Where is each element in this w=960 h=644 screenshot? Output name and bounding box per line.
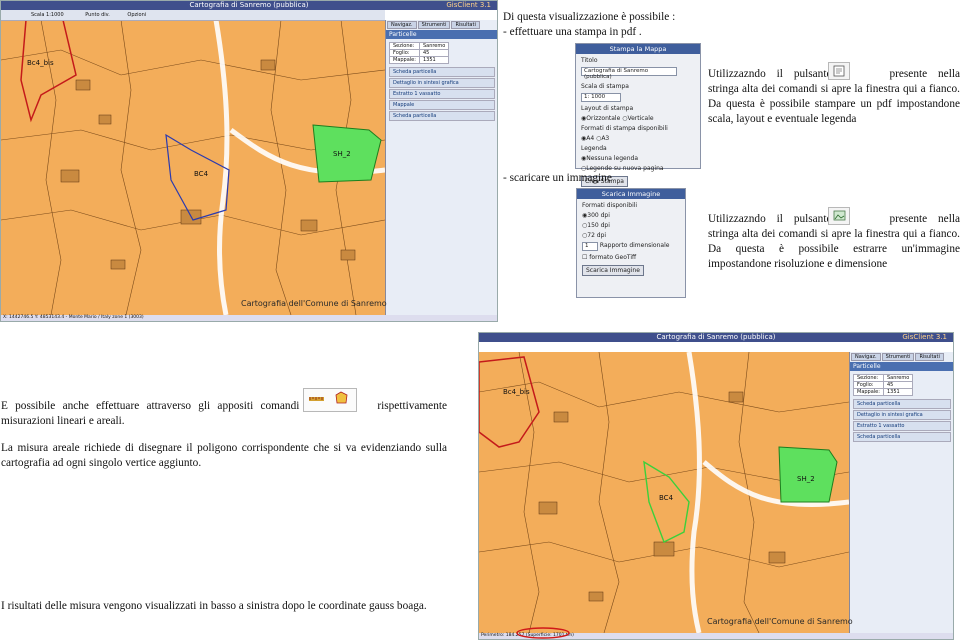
print-dialog-title: Stampa la Mappa (576, 44, 700, 54)
scala-input[interactable]: 1: 1000 (581, 93, 621, 102)
option-item[interactable]: Scheda particella (853, 399, 951, 409)
layout-label: Layout di stampa (581, 105, 634, 112)
tab-risultati[interactable]: Risultati (451, 21, 480, 29)
img-formati-label: Formati disponibili (582, 202, 638, 209)
status-bar: X: 1442746.5 Y: 4853143.4 - Monte Mario … (1, 315, 497, 321)
parcel-table-2: Sezione: Sanremo Foglio: 45 Mappale: 1351 (853, 374, 914, 396)
app-screenshot-bottom: Bc4_bis BC4 SH_2 Cartografia di Sanremo … (478, 332, 954, 640)
scale-select[interactable]: Scala 1:1000 (31, 12, 64, 18)
app-brand-2: GisClient 3.1 (902, 333, 947, 341)
parcel-table: Sezione: Sanremo Foglio: 45 Mappale: 1351 (389, 42, 450, 64)
image-text-a: Utilizzazndo il pulsante (708, 213, 832, 225)
layout-option[interactable]: Verticale (627, 115, 653, 122)
map-drawing: Bc4_bis BC4 SH_2 (1, 19, 386, 316)
field-label: Foglio: (853, 381, 884, 389)
scala-label: Scala di stampa (581, 83, 629, 90)
field-value: 45 (882, 381, 914, 389)
label-bc4bis: Bc4_bis (27, 59, 54, 67)
tool-select[interactable]: Punto div. (85, 12, 110, 18)
panel-title: Particelle (386, 30, 497, 39)
options-menu[interactable]: Opzioni (127, 12, 146, 18)
label-sh2: SH_2 (333, 150, 351, 158)
formato-option[interactable]: A3 (601, 135, 609, 142)
measure-tools-icon (303, 388, 357, 412)
label-sh2-2: SH_2 (797, 475, 815, 483)
app-toolbar: Scala 1:1000 Punto div. Opzioni (1, 10, 385, 21)
print-dialog: Stampa la Mappa Titolo Cartografia di Sa… (575, 43, 701, 187)
legenda-label: Legenda (581, 145, 607, 152)
field-value: Sanremo (418, 42, 450, 50)
option-item[interactable]: Scheda particella (853, 432, 951, 442)
panel-title-2: Particelle (850, 362, 953, 371)
dpi-option[interactable]: 72 dpi (587, 232, 606, 239)
field-label: Sezione: (389, 42, 420, 50)
print-icon (828, 62, 850, 80)
ratio-input[interactable]: 1 (582, 242, 598, 251)
panel-tabs: Navigaz. Strumenti Risultati (386, 20, 497, 30)
option-item[interactable]: Mappale (389, 100, 495, 110)
field-label: Mappale: (853, 388, 884, 396)
image-dialog: Scarica Immagine Formati disponibili ◉30… (576, 188, 686, 298)
scarica-immagine-button[interactable]: Scarica Immagine (582, 265, 644, 276)
highlight-ellipse (516, 627, 570, 639)
measure-paragraph-2: La misura areale richiede di disegnare i… (1, 442, 447, 469)
option-item[interactable]: Dettaglio in sintesi grafica (389, 78, 495, 88)
legenda-option[interactable]: Nessuna legenda (586, 155, 638, 162)
field-value: 1351 (882, 388, 914, 396)
image-heading: - scaricare un immagine (503, 172, 612, 184)
titolo-label: Titolo (581, 57, 598, 64)
option-item[interactable]: Estratto 1 vassatto (853, 421, 951, 431)
field-label: Foglio: (389, 49, 420, 57)
geotiff-checkbox[interactable]: formato GeoTiff (589, 254, 636, 261)
dpi-option[interactable]: 300 dpi (587, 212, 610, 219)
intro-line-2: - effettuare una stampa in pdf . (503, 26, 642, 38)
app-title-bar-2: Cartografia di Sanremo (pubblica) GisCli… (479, 333, 953, 342)
tab-strumenti[interactable]: Strumenti (417, 21, 451, 29)
map-view-2: Bc4_bis BC4 SH_2 (479, 351, 850, 634)
map-drawing-2: Bc4_bis BC4 SH_2 (479, 351, 850, 634)
ratio-label: Rapporto dimensionale (599, 242, 670, 249)
panel-tabs-2: Navigaz. Strumenti Risultati (850, 352, 953, 362)
measure-text-a: E possibile anche effettuare attraverso … (1, 400, 300, 412)
field-value: Sanremo (882, 374, 914, 382)
results-paragraph: I risultati delle misura vengono visuali… (1, 600, 427, 612)
app-title-bar: Cartografia di Sanremo (pubblica) GisCli… (1, 1, 497, 10)
map-watermark-2: Cartografia dell'Comune di Sanremo (707, 617, 853, 626)
tab-strumenti[interactable]: Strumenti (881, 353, 915, 361)
field-label: Sezione: (853, 374, 884, 382)
label-bc4bis-2: Bc4_bis (503, 388, 530, 396)
measure-paragraph-1: E possibile anche effettuare attraverso … (1, 399, 447, 429)
option-item[interactable]: Estratto 1 vassatto (389, 89, 495, 99)
option-item[interactable]: Scheda particella (389, 111, 495, 121)
label-bc4-2: BC4 (659, 494, 674, 502)
tab-navigaz[interactable]: Navigaz. (851, 353, 881, 361)
field-value: 1351 (418, 56, 450, 64)
formati-label: Formati di stampa disponibili (581, 125, 668, 132)
formato-option[interactable]: A4 (586, 135, 594, 142)
side-panel-2: Navigaz. Strumenti Risultati Particelle Se… (849, 352, 953, 633)
option-item[interactable]: Scheda particella (389, 67, 495, 77)
map-view: Bc4_bis BC4 SH_2 (1, 19, 386, 316)
image-dialog-title: Scarica Immagine (577, 189, 685, 199)
titolo-input[interactable]: Cartografia di Sanremo (pubblica) (581, 67, 677, 80)
intro-line-1: Di questa visualizzazione è possibile : (503, 11, 676, 23)
pdf-text-a: Utilizzazndo il pulsante (708, 68, 832, 80)
app-brand: GisClient 3.1 (446, 1, 491, 9)
field-label: Mappale: (389, 56, 420, 64)
image-download-icon (828, 207, 850, 225)
dpi-option[interactable]: 150 dpi (587, 222, 610, 229)
map-watermark: Cartografia dell'Comune di Sanremo (241, 299, 387, 308)
app-title-2: Cartografia di Sanremo (pubblica) (656, 333, 776, 341)
app-screenshot-top: Bc4_bis BC4 SH_2 Cartografia di Sanremo … (0, 0, 498, 322)
tab-navigaz[interactable]: Navigaz. (387, 21, 417, 29)
side-panel: Navigaz. Strumenti Risultati Particelle Se… (385, 20, 497, 315)
tab-risultati[interactable]: Risultati (915, 353, 944, 361)
option-item[interactable]: Dettaglio in sintesi grafica (853, 410, 951, 420)
app-title: Cartografia di Sanremo (pubblica) (189, 1, 309, 9)
layout-option[interactable]: Orizzontale (586, 115, 620, 122)
label-bc4: BC4 (194, 170, 209, 178)
field-value: 45 (418, 49, 450, 57)
